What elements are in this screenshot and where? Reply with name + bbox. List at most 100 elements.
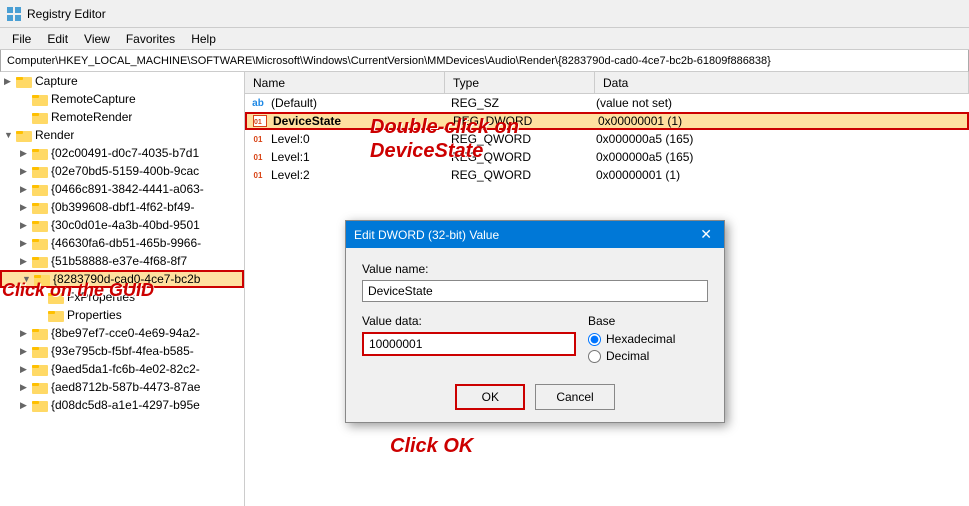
- folder-icon-remoterender: [32, 110, 48, 124]
- cancel-button[interactable]: Cancel: [535, 384, 614, 410]
- value-data-input[interactable]: [362, 332, 576, 356]
- folder-icon-fxprops: [48, 290, 64, 304]
- reg-icon-level0: 01: [249, 132, 267, 146]
- arrow-guid1: ▶: [20, 166, 32, 177]
- arrow-guid-selected: ▼: [22, 274, 34, 284]
- dialog-right: Base Hexadecimal Decimal: [588, 314, 708, 366]
- arrow-guid3: ▶: [20, 202, 32, 213]
- folder-icon-guid-selected: [34, 272, 50, 286]
- folder-icon-guid9: [32, 362, 48, 376]
- radio-hex-label: Hexadecimal: [606, 332, 675, 346]
- tree-label-guid1: {02e70bd5-5159-400b-9cac: [51, 164, 199, 178]
- reg-type-level0: REG_QWORD: [451, 132, 596, 146]
- tree-label-guid4: {30c0d01e-4a3b-40bd-9501: [51, 218, 200, 232]
- tree-item-guid9[interactable]: ▶ {9aed5da1-fc6b-4e02-82c2-: [0, 360, 244, 378]
- menu-file[interactable]: File: [4, 30, 39, 48]
- arrow-guid9: ▶: [20, 364, 32, 375]
- folder-icon-props: [48, 308, 64, 322]
- tree-item-guid4[interactable]: ▶ {30c0d01e-4a3b-40bd-9501: [0, 216, 244, 234]
- folder-icon-guid7: [32, 326, 48, 340]
- tree-item-guid5[interactable]: ▶ {46630fa6-db51-465b-9966-: [0, 234, 244, 252]
- menu-favorites[interactable]: Favorites: [118, 30, 183, 48]
- app-icon: [6, 6, 22, 22]
- dialog-left: Value data:: [362, 314, 576, 368]
- tree-item-guid3[interactable]: ▶ {0b399608-dbf1-4f62-bf49-: [0, 198, 244, 216]
- tree-item-guid11[interactable]: ▶ {d08dc5d8-a1e1-4297-b95e: [0, 396, 244, 414]
- tree-item-guid6[interactable]: ▶ {51b58888-e37e-4f68-8f7: [0, 252, 244, 270]
- reg-name-level1: Level:1: [271, 150, 451, 164]
- menu-bar: File Edit View Favorites Help: [0, 28, 969, 50]
- title-bar: Registry Editor: [0, 0, 969, 28]
- tree-label-guid6: {51b58888-e37e-4f68-8f7: [51, 254, 187, 268]
- tree-item-capture[interactable]: ▶ Capture: [0, 72, 244, 90]
- tree-item-guid7[interactable]: ▶ {8be97ef7-cce0-4e69-94a2-: [0, 324, 244, 342]
- tree-item-guid8[interactable]: ▶ {93e795cb-f5bf-4fea-b585-: [0, 342, 244, 360]
- title-text: Registry Editor: [27, 7, 106, 21]
- tree-label-guid11: {d08dc5d8-a1e1-4297-b95e: [51, 398, 200, 412]
- edit-dword-dialog[interactable]: Edit DWORD (32-bit) Value ✕ Value name: …: [345, 220, 725, 423]
- arrow-guid4: ▶: [20, 220, 32, 231]
- tree-label-guid0: {02c00491-d0c7-4035-b7d1: [51, 146, 199, 160]
- col-header-name[interactable]: Name: [245, 72, 445, 93]
- menu-view[interactable]: View: [76, 30, 118, 48]
- tree-item-remoterender[interactable]: RemoteRender: [0, 108, 244, 126]
- tree-item-guid1[interactable]: ▶ {02e70bd5-5159-400b-9cac: [0, 162, 244, 180]
- reg-row-devicestate[interactable]: 01 DeviceState REG_DWORD 0x00000001 (1): [245, 112, 969, 130]
- reg-type-level2: REG_QWORD: [451, 168, 596, 182]
- tree-item-guid10[interactable]: ▶ {aed8712b-587b-4473-87ae: [0, 378, 244, 396]
- radio-hex-input[interactable]: [588, 333, 601, 346]
- tree-label-guid10: {aed8712b-587b-4473-87ae: [51, 380, 200, 394]
- value-name-input[interactable]: [362, 280, 708, 302]
- arrow-capture: ▶: [4, 76, 16, 87]
- radio-dec-input[interactable]: [588, 350, 601, 363]
- folder-icon-guid10: [32, 380, 48, 394]
- folder-icon-guid2: [32, 182, 48, 196]
- dialog-close-button[interactable]: ✕: [696, 226, 716, 243]
- folder-icon-guid11: [32, 398, 48, 412]
- tree-label-guid3: {0b399608-dbf1-4f62-bf49-: [51, 200, 194, 214]
- col-header-type[interactable]: Type: [445, 72, 595, 93]
- tree-item-fxprops[interactable]: FxProperties: [0, 288, 244, 306]
- menu-help[interactable]: Help: [183, 30, 224, 48]
- menu-edit[interactable]: Edit: [39, 30, 76, 48]
- reg-row-level0[interactable]: 01 Level:0 REG_QWORD 0x000000a5 (165): [245, 130, 969, 148]
- tree-item-remotecapture[interactable]: RemoteCapture: [0, 90, 244, 108]
- tree-item-guid0[interactable]: ▶ {02c00491-d0c7-4035-b7d1: [0, 144, 244, 162]
- folder-icon-remotecapture: [32, 92, 48, 106]
- tree-item-guid-selected[interactable]: ▼ {8283790d-cad0-4ce7-bc2b: [0, 270, 244, 288]
- tree-label-remoterender: RemoteRender: [51, 110, 132, 124]
- arrow-guid8: ▶: [20, 346, 32, 357]
- reg-row-level1[interactable]: 01 Level:1 REG_QWORD 0x000000a5 (165): [245, 148, 969, 166]
- reg-type-level1: REG_QWORD: [451, 150, 596, 164]
- arrow-guid0: ▶: [20, 148, 32, 159]
- tree-label-guid9: {9aed5da1-fc6b-4e02-82c2-: [51, 362, 200, 376]
- folder-icon-guid5: [32, 236, 48, 250]
- reg-icon-devicestate: 01: [251, 114, 269, 128]
- reg-data-level0: 0x000000a5 (165): [596, 132, 965, 146]
- tree-label-guid8: {93e795cb-f5bf-4fea-b585-: [51, 344, 194, 358]
- reg-name-default: (Default): [271, 96, 451, 110]
- reg-data-default: (value not set): [596, 96, 965, 110]
- folder-icon-render: [16, 128, 32, 142]
- folder-icon-guid4: [32, 218, 48, 232]
- reg-row-level2[interactable]: 01 Level:2 REG_QWORD 0x00000001 (1): [245, 166, 969, 184]
- reg-name-level0: Level:0: [271, 132, 451, 146]
- reg-row-default[interactable]: ab (Default) REG_SZ (value not set): [245, 94, 969, 112]
- dialog-title-text: Edit DWORD (32-bit) Value: [354, 228, 499, 242]
- col-header-data[interactable]: Data: [595, 72, 969, 93]
- tree-panel[interactable]: ▶ Capture RemoteCapture RemoteRender ▼: [0, 72, 245, 506]
- tree-item-render[interactable]: ▼ Render: [0, 126, 244, 144]
- tree-item-guid2[interactable]: ▶ {0466c891-3842-4441-a063-: [0, 180, 244, 198]
- radio-decimal[interactable]: Decimal: [588, 349, 708, 363]
- tree-item-props[interactable]: Properties: [0, 306, 244, 324]
- arrow-guid10: ▶: [20, 382, 32, 393]
- base-label: Base: [588, 314, 708, 328]
- radio-hexadecimal[interactable]: Hexadecimal: [588, 332, 708, 346]
- dialog-row: Value data: Base Hexadecimal Decimal: [362, 314, 708, 368]
- svg-text:01: 01: [254, 119, 262, 126]
- reg-name-devicestate: DeviceState: [273, 114, 453, 128]
- tree-label-render: Render: [35, 128, 74, 142]
- tree-label-guid5: {46630fa6-db51-465b-9966-: [51, 236, 201, 250]
- ok-button[interactable]: OK: [455, 384, 525, 410]
- arrow-guid2: ▶: [20, 184, 32, 195]
